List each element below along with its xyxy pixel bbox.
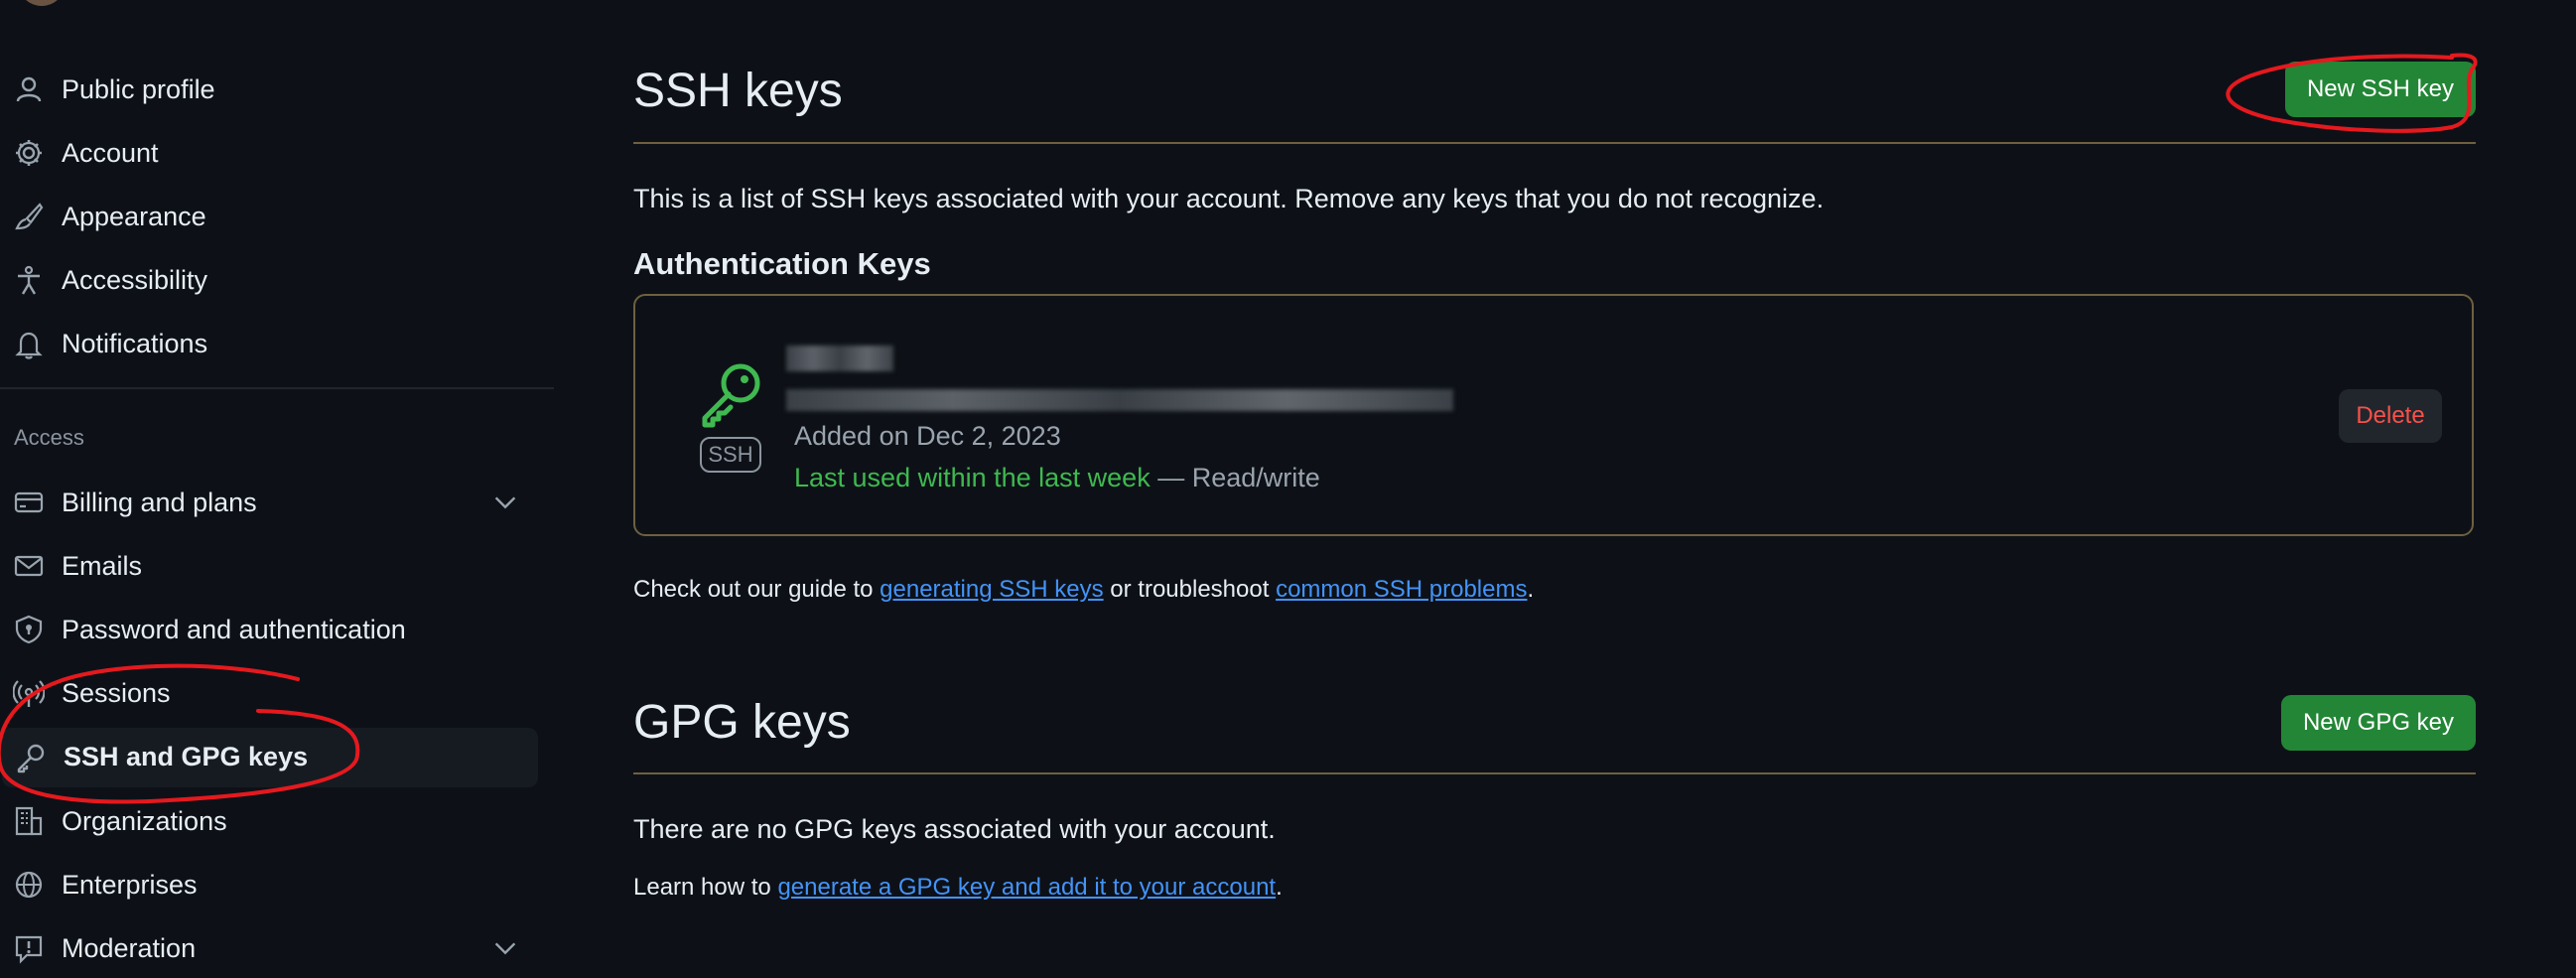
ssh-guide-prefix: Check out our guide to <box>633 576 881 603</box>
sidebar-section-access: Access <box>14 425 84 450</box>
chevron-down-icon[interactable] <box>488 486 522 519</box>
gpg-title-divider <box>633 772 2476 774</box>
sidebar-item-label: Password and authentication <box>62 614 406 644</box>
accessibility-icon <box>12 264 46 298</box>
new-gpg-key-button[interactable]: New GPG key <box>2281 695 2476 751</box>
sidebar-item-sessions[interactable]: Sessions <box>0 664 536 724</box>
gpg-learn-prefix: Learn how to <box>633 874 778 901</box>
sidebar-item-password-and-authentication[interactable]: Password and authentication <box>0 600 536 659</box>
organization-icon <box>12 804 46 838</box>
sidebar-item-label: Public profile <box>62 73 215 104</box>
sidebar-item-label: Sessions <box>62 678 171 709</box>
sidebar-item-label: Appearance <box>62 201 206 231</box>
sidebar-item-accessibility[interactable]: Accessibility <box>0 251 536 311</box>
gpg-learn-text: Learn how to generate a GPG key and add … <box>633 874 1283 902</box>
gear-icon <box>12 136 46 170</box>
key-icon <box>14 741 48 774</box>
sidebar-item-enterprises[interactable]: Enterprises <box>0 855 536 914</box>
gpg-empty-text: There are no GPG keys associated with yo… <box>633 814 1276 844</box>
delete-key-button[interactable]: Delete <box>2339 389 2442 443</box>
sidebar-item-label: Notifications <box>62 329 208 359</box>
sidebar-divider <box>0 387 554 389</box>
globe-icon <box>12 868 46 902</box>
credit-card-icon <box>12 486 46 519</box>
ssh-description: This is a list of SSH keys associated wi… <box>633 184 1825 213</box>
sidebar-item-label: Accessibility <box>62 265 208 296</box>
sidebar-item-public-profile[interactable]: Public profile <box>0 60 536 119</box>
broadcast-icon <box>12 677 46 711</box>
key-icon <box>695 357 766 429</box>
shield-lock-icon <box>12 613 46 646</box>
generating-ssh-keys-link[interactable]: generating SSH keys <box>880 576 1103 603</box>
ssh-key-card <box>633 294 2474 536</box>
sidebar-item-account[interactable]: Account <box>0 123 536 183</box>
ssh-title-divider <box>633 142 2476 144</box>
sidebar-item-ssh-and-gpg-keys[interactable]: SSH and GPG keys <box>2 727 538 787</box>
key-added-date: Added on Dec 2, 2023 <box>794 421 1061 451</box>
ssh-keys-title: SSH keys <box>633 65 843 117</box>
sidebar-item-appearance[interactable]: Appearance <box>0 187 536 246</box>
gpg-learn-suffix: . <box>1276 874 1283 901</box>
sidebar-item-moderation[interactable]: Moderation <box>0 918 536 978</box>
sidebar-item-organizations[interactable]: Organizations <box>0 791 536 851</box>
gpg-keys-title: GPG keys <box>633 696 851 749</box>
sidebar-item-emails[interactable]: Emails <box>0 536 536 596</box>
sidebar-item-billing-and-plans[interactable]: Billing and plans <box>0 473 536 532</box>
ssh-badge: SSH <box>700 437 761 473</box>
ssh-guide-text: Check out our guide to generating SSH ke… <box>633 576 1534 604</box>
sidebar-item-label: Emails <box>62 550 143 581</box>
common-ssh-problems-link[interactable]: common SSH problems <box>1276 576 1527 603</box>
ssh-guide-middle: or troubleshoot <box>1103 576 1277 603</box>
bell-icon <box>12 328 46 361</box>
mail-icon <box>12 549 46 583</box>
sidebar-item-label: Account <box>62 137 159 168</box>
authentication-keys-heading: Authentication Keys <box>633 246 931 281</box>
sidebar-item-label: Moderation <box>62 932 197 963</box>
sidebar-item-label: Enterprises <box>62 869 198 900</box>
sidebar-item-label: Billing and plans <box>62 487 257 517</box>
paintbrush-icon <box>12 200 46 233</box>
key-fingerprint-redacted <box>786 389 1453 411</box>
report-icon <box>12 931 46 965</box>
new-ssh-key-button[interactable]: New SSH key <box>2285 62 2476 117</box>
sidebar-item-label: Organizations <box>62 805 227 836</box>
avatar[interactable] <box>18 0 66 6</box>
key-last-used-text: Last used within the last week <box>794 463 1151 492</box>
sidebar-item-label: SSH and GPG keys <box>64 742 309 772</box>
key-access-level: — Read/write <box>1150 463 1320 492</box>
chevron-down-icon[interactable] <box>488 931 522 965</box>
key-last-used: Last used within the last week — Read/wr… <box>794 463 1320 493</box>
key-title-redacted <box>786 346 893 371</box>
sidebar-item-notifications[interactable]: Notifications <box>0 315 536 374</box>
generate-gpg-key-link[interactable]: generate a GPG key and add it to your ac… <box>777 874 1276 901</box>
person-icon <box>12 72 46 106</box>
ssh-guide-suffix: . <box>1527 576 1535 603</box>
